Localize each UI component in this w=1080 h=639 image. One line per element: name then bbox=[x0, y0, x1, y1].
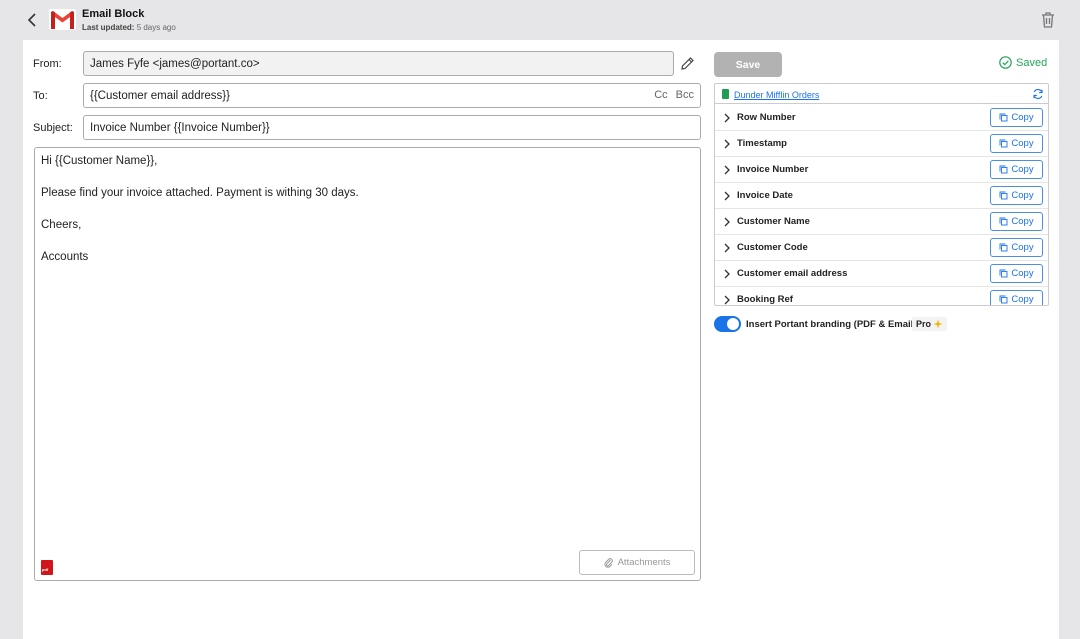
variable-row: Customer email address Copy bbox=[715, 261, 1048, 287]
pro-badge: Pro bbox=[912, 317, 948, 331]
subject-label: Subject: bbox=[33, 122, 73, 134]
copy-label: Copy bbox=[1011, 164, 1034, 175]
copy-label: Copy bbox=[1011, 190, 1034, 201]
saved-label: Saved bbox=[1016, 56, 1048, 69]
copy-label: Copy bbox=[1011, 268, 1034, 279]
body-line: Accounts bbox=[41, 251, 89, 263]
last-updated-label: Last updated: bbox=[82, 23, 135, 32]
chevron-left-icon bbox=[27, 13, 36, 27]
chevron-right-icon[interactable] bbox=[723, 165, 731, 175]
variable-row: Customer Name Copy bbox=[715, 209, 1048, 235]
attachments-button[interactable]: Attachments bbox=[579, 550, 695, 575]
copy-button[interactable]: Copy bbox=[990, 212, 1043, 231]
gmail-logo-icon bbox=[49, 9, 76, 30]
copy-icon bbox=[999, 165, 1008, 174]
saved-status: Saved bbox=[999, 56, 1047, 69]
variable-row: Timestamp Copy bbox=[715, 131, 1048, 157]
paperclip-icon bbox=[604, 558, 613, 568]
copy-label: Copy bbox=[1011, 138, 1034, 149]
copy-button[interactable]: Copy bbox=[990, 134, 1043, 153]
subject-field[interactable]: Invoice Number {{Invoice Number}} bbox=[83, 115, 701, 140]
copy-button[interactable]: Copy bbox=[990, 108, 1043, 127]
chevron-right-icon[interactable] bbox=[723, 243, 731, 253]
copy-icon bbox=[999, 139, 1008, 148]
chevron-right-icon[interactable] bbox=[723, 269, 731, 279]
variable-row: Booking Ref Copy bbox=[715, 287, 1048, 305]
copy-button[interactable]: Copy bbox=[990, 290, 1043, 305]
variable-name: Customer Name bbox=[737, 216, 810, 227]
copy-icon bbox=[999, 295, 1008, 304]
bcc-button[interactable]: Bcc bbox=[676, 89, 694, 101]
variable-row: Customer Code Copy bbox=[715, 235, 1048, 261]
variable-name: Customer email address bbox=[737, 268, 848, 279]
last-updated-value: 5 days ago bbox=[136, 23, 176, 32]
pro-badge-label: Pro bbox=[916, 319, 932, 329]
variable-row: Invoice Date Copy bbox=[715, 183, 1048, 209]
to-label: To: bbox=[33, 90, 48, 102]
pdf-attachment-icon[interactable]: pdf bbox=[41, 560, 53, 575]
branding-label: Insert Portant branding (PDF & Email) bbox=[746, 319, 917, 330]
chevron-right-icon[interactable] bbox=[723, 191, 731, 201]
subject-value: Invoice Number {{Invoice Number}} bbox=[90, 121, 270, 134]
variable-row: Invoice Number Copy bbox=[715, 157, 1048, 183]
copy-label: Copy bbox=[1011, 216, 1034, 227]
sheet-header: Dunder Mifflin Orders bbox=[715, 84, 1048, 104]
pencil-icon[interactable] bbox=[680, 56, 695, 71]
sparkle-icon bbox=[933, 319, 943, 329]
toggle-knob bbox=[727, 318, 739, 330]
from-label: From: bbox=[33, 58, 62, 70]
chevron-right-icon[interactable] bbox=[723, 139, 731, 149]
copy-button[interactable]: Copy bbox=[990, 186, 1043, 205]
chevron-right-icon[interactable] bbox=[723, 295, 731, 305]
save-button[interactable]: Save bbox=[714, 52, 782, 77]
to-value: {{Customer email address}} bbox=[90, 89, 230, 102]
copy-label: Copy bbox=[1011, 294, 1034, 305]
check-circle-icon bbox=[999, 56, 1012, 69]
variable-name: Booking Ref bbox=[737, 294, 793, 305]
attachments-label: Attachments bbox=[617, 557, 671, 568]
variable-name: Invoice Date bbox=[737, 190, 793, 201]
last-updated: Last updated: 5 days ago bbox=[82, 23, 176, 32]
copy-icon bbox=[999, 217, 1008, 226]
to-field[interactable]: {{Customer email address}} Cc Bcc bbox=[83, 83, 701, 108]
copy-icon bbox=[999, 243, 1008, 252]
variable-row: Row Number Copy bbox=[715, 105, 1048, 131]
body-line: Please find your invoice attached. Payme… bbox=[41, 187, 359, 199]
chevron-right-icon[interactable] bbox=[723, 217, 731, 227]
copy-icon bbox=[999, 191, 1008, 200]
refresh-icon[interactable] bbox=[1032, 88, 1044, 100]
copy-icon bbox=[999, 269, 1008, 278]
copy-button[interactable]: Copy bbox=[990, 264, 1043, 283]
copy-label: Copy bbox=[1011, 112, 1034, 123]
from-value: James Fyfe <james@portant.co> bbox=[90, 57, 260, 70]
sheet-variables-panel: Dunder Mifflin Orders Row Number Copy Time… bbox=[714, 83, 1049, 306]
variable-name: Customer Code bbox=[737, 242, 808, 253]
cc-button[interactable]: Cc bbox=[654, 89, 667, 101]
copy-icon bbox=[999, 113, 1008, 122]
copy-label: Copy bbox=[1011, 242, 1034, 253]
cc-bcc-toggles: Cc Bcc bbox=[654, 89, 694, 101]
variable-name: Invoice Number bbox=[737, 164, 809, 175]
back-button[interactable] bbox=[22, 10, 42, 30]
chevron-right-icon[interactable] bbox=[723, 113, 731, 123]
copy-button[interactable]: Copy bbox=[990, 160, 1043, 179]
branding-toggle[interactable] bbox=[714, 316, 741, 332]
header-bar: Email Block Last updated: 5 days ago bbox=[0, 0, 1080, 40]
body-line: Hi {{Customer Name}}, bbox=[41, 155, 158, 167]
from-field[interactable]: James Fyfe <james@portant.co> bbox=[83, 51, 674, 76]
trash-icon[interactable] bbox=[1040, 11, 1056, 29]
google-sheets-icon bbox=[722, 89, 729, 99]
pdf-icon-text: pdf bbox=[42, 567, 49, 572]
variable-name: Row Number bbox=[737, 112, 796, 123]
email-body-editor[interactable]: Hi {{Customer Name}}, Please find your i… bbox=[34, 147, 701, 581]
variable-name: Timestamp bbox=[737, 138, 787, 149]
page-title: Email Block bbox=[82, 8, 145, 20]
editor-panel: From: James Fyfe <james@portant.co> To: … bbox=[23, 40, 1059, 639]
copy-button[interactable]: Copy bbox=[990, 238, 1043, 257]
sheet-link[interactable]: Dunder Mifflin Orders bbox=[734, 90, 819, 100]
body-line: Cheers, bbox=[41, 219, 82, 231]
